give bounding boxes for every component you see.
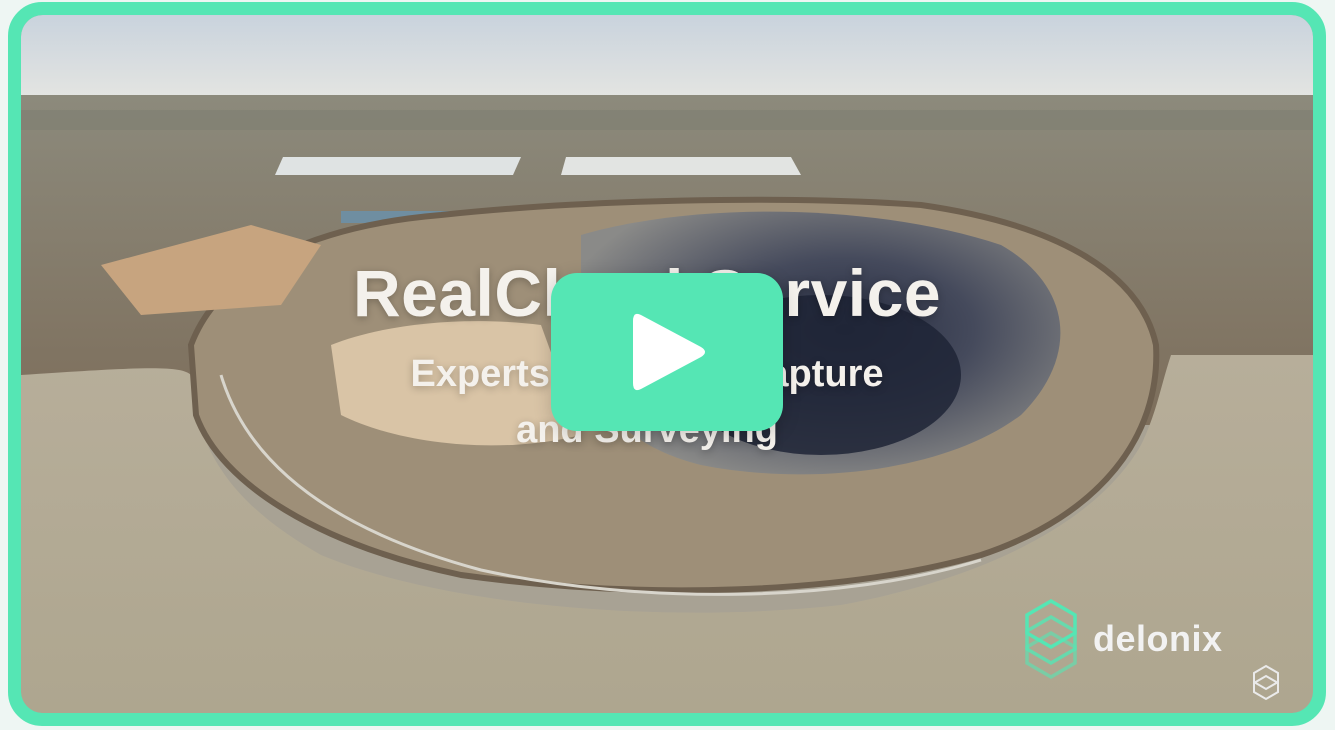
brand-logo: delonix: [1023, 597, 1223, 681]
delonix-logo-icon: [1025, 598, 1077, 680]
play-icon: [633, 313, 705, 391]
brand-name: delonix: [1093, 618, 1223, 659]
play-button[interactable]: [551, 273, 783, 431]
corner-logo-icon: [1253, 664, 1279, 701]
video-thumbnail[interactable]: RealCloud Service Experts in Reality Cap…: [21, 15, 1313, 713]
video-embed-frame[interactable]: RealCloud Service Experts in Reality Cap…: [8, 2, 1326, 726]
